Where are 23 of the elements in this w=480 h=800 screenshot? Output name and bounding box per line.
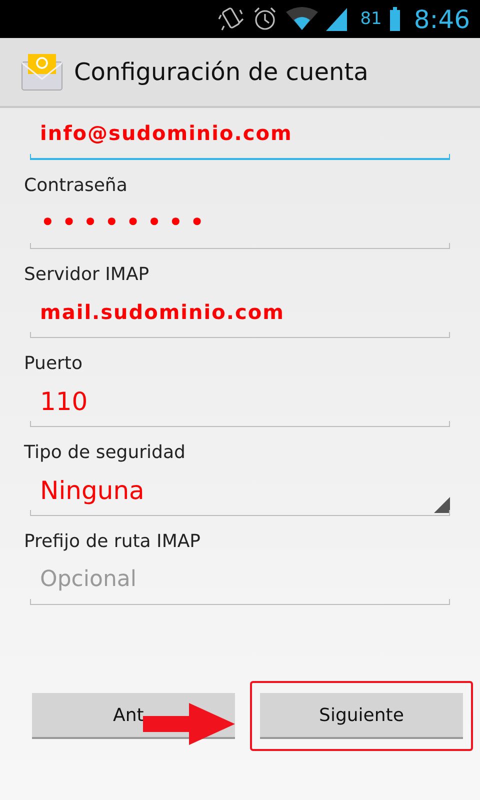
input-field[interactable]: Opcional: [30, 554, 450, 605]
clock-time: 8:46: [414, 4, 470, 34]
field-label: Tipo de seguridad: [24, 441, 186, 465]
input-field[interactable]: mail.sudominio.com: [30, 287, 450, 338]
signal-icon: [326, 6, 348, 32]
field-label: Contraseña: [24, 174, 128, 198]
alarm-clock-icon: [252, 6, 278, 32]
arrow-icon: [143, 703, 235, 745]
field-label: Servidor IMAP: [24, 263, 150, 287]
field-label: Puerto: [24, 352, 84, 376]
input-field[interactable]: ••••••••: [30, 198, 450, 249]
nav-button[interactable]: Siguiente: [260, 693, 463, 739]
window-title: Configuración de cuenta: [74, 58, 368, 86]
field-label: Prefijo de ruta IMAP: [24, 530, 202, 554]
dropdown-field[interactable]: Ninguna: [30, 465, 450, 516]
battery-icon: [390, 7, 400, 31]
caret-icon: [434, 497, 450, 513]
battery-level: 81: [360, 9, 382, 29]
wifi-icon: [286, 6, 318, 32]
email-icon: [20, 52, 64, 92]
input-field[interactable]: 110: [30, 376, 450, 427]
phone-vibrate-icon: [218, 6, 244, 32]
input-field[interactable]: info@sudominio.com: [30, 108, 450, 160]
